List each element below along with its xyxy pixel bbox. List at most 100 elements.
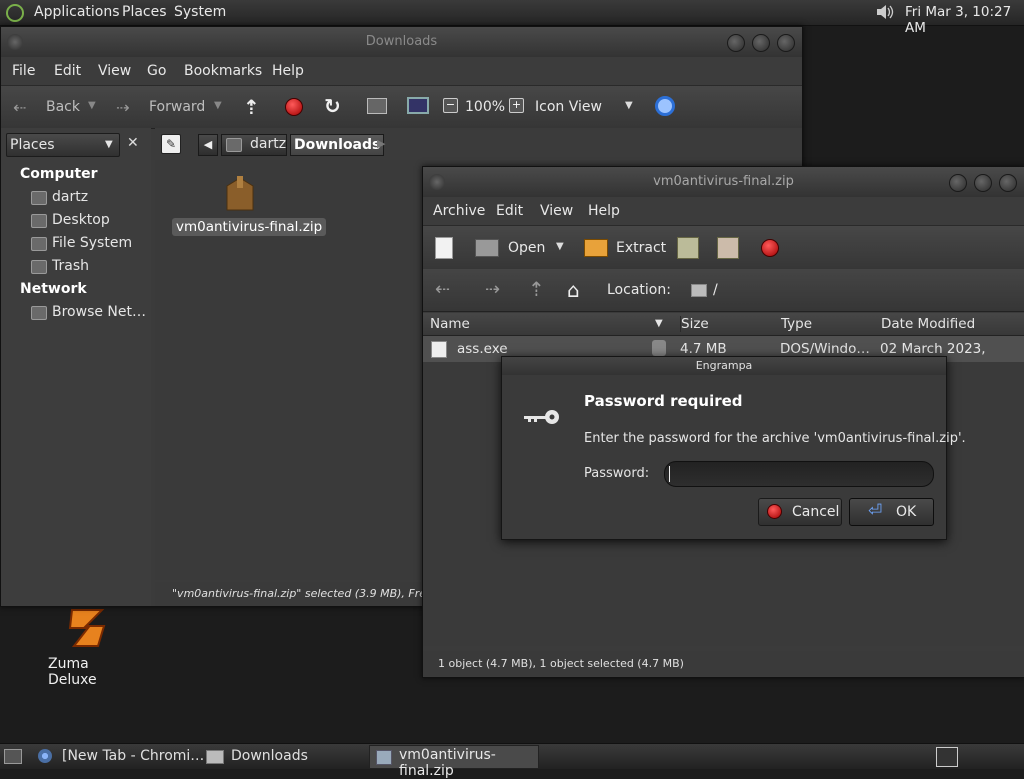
text-cursor (669, 466, 670, 482)
minimize-button[interactable] (727, 34, 745, 52)
back-dropdown-icon[interactable]: ▼ (88, 100, 96, 111)
workspace-switcher-icon[interactable] (936, 747, 958, 767)
back-arrow-icon[interactable]: ⇠ (435, 279, 450, 300)
window-menu-icon[interactable] (429, 174, 445, 190)
downloads-titlebar[interactable]: Downloads (1, 27, 802, 57)
menu-view[interactable]: View (98, 63, 131, 79)
password-label: Password: (584, 466, 650, 481)
ok-button[interactable]: ⏎ OK (849, 498, 934, 526)
zoom-level[interactable]: 100% (465, 99, 505, 115)
view-mode-select[interactable]: Icon View (535, 99, 602, 115)
system-menu[interactable]: System (174, 4, 226, 20)
maximize-button[interactable] (752, 34, 770, 52)
close-button[interactable] (999, 174, 1017, 192)
menu-archive[interactable]: Archive (433, 203, 485, 219)
zoom-out-icon[interactable]: − (443, 98, 458, 113)
menu-help[interactable]: Help (272, 63, 304, 79)
cancel-button[interactable]: Cancel (758, 498, 842, 526)
home-icon[interactable] (367, 98, 387, 114)
sidebar-heading-network: Network (20, 281, 87, 297)
toggle-location-icon[interactable]: ✎ (161, 134, 181, 154)
sidebar-item-desktop[interactable]: Desktop (52, 212, 110, 228)
home-icon[interactable]: ⌂ (567, 278, 580, 302)
open-archive-icon[interactable] (475, 239, 499, 257)
archive-titlebar[interactable]: vm0antivirus-final.zip (423, 167, 1024, 197)
add-folder-icon[interactable] (717, 237, 739, 259)
dialog-titlebar[interactable]: Engrampa (502, 357, 946, 375)
up-arrow-icon[interactable]: ⇡ (243, 95, 260, 119)
extract-icon[interactable] (584, 239, 608, 257)
close-button[interactable] (777, 34, 795, 52)
row-size: 4.7 MB (680, 341, 727, 357)
clock[interactable]: Fri Mar 3, 10:27 AM (905, 4, 1024, 36)
taskbar-item-downloads[interactable]: Downloads (231, 746, 308, 767)
zip-file-icon[interactable] (223, 174, 257, 212)
archive-toolbar: Open ▼ Extract (423, 225, 1024, 271)
downloads-toolbar: ⇠ Back ▼ ⇢ Forward ▼ ⇡ ↻ − 100% + Icon V… (1, 85, 802, 129)
back-button[interactable]: Back (46, 99, 80, 115)
open-dropdown-icon[interactable]: ▼ (556, 241, 564, 252)
taskbar-item-archive[interactable]: vm0antivirus-final.zip (369, 745, 539, 779)
back-arrow-icon[interactable]: ⇠ (13, 98, 26, 117)
menu-help[interactable]: Help (588, 203, 620, 219)
forward-arrow-icon[interactable]: ⇢ (116, 98, 129, 117)
lock-icon (652, 340, 666, 356)
column-type[interactable]: Type (781, 316, 812, 332)
menu-edit[interactable]: Edit (496, 203, 523, 219)
places-selector[interactable]: Places ▼ (6, 133, 120, 157)
menu-go[interactable]: Go (147, 63, 166, 79)
stop-icon[interactable] (761, 239, 779, 257)
column-name[interactable]: Name (430, 316, 470, 332)
status-text: "vm0antivirus-final.zip" selected (3.9 M… (172, 587, 462, 600)
close-sidebar-icon[interactable]: ✕ (127, 135, 139, 151)
dialog-heading: Password required (584, 392, 743, 410)
password-input[interactable] (664, 461, 934, 487)
sidebar-item-browse-network[interactable]: Browse Net… (52, 304, 146, 320)
menu-bookmarks[interactable]: Bookmarks (184, 63, 262, 79)
menu-edit[interactable]: Edit (54, 63, 81, 79)
menu-view[interactable]: View (540, 203, 573, 219)
path-right-arrow-icon[interactable]: ▶ (377, 137, 385, 150)
location-path[interactable]: / (713, 282, 718, 298)
menu-file[interactable]: File (12, 63, 35, 79)
column-date[interactable]: Date Modified (881, 316, 975, 332)
forward-arrow-icon[interactable]: ⇢ (485, 279, 500, 300)
forward-button[interactable]: Forward (149, 99, 205, 115)
extract-button[interactable]: Extract (616, 240, 666, 256)
sidebar-item-trash[interactable]: Trash (52, 258, 89, 274)
maximize-button[interactable] (974, 174, 992, 192)
computer-icon[interactable] (407, 97, 429, 114)
column-size[interactable]: Size (680, 316, 709, 332)
volume-icon[interactable] (875, 3, 895, 21)
key-icon (522, 407, 562, 427)
up-arrow-icon[interactable]: ⇡ (528, 277, 545, 301)
sidebar-item-filesystem[interactable]: File System (52, 235, 132, 251)
path-home-button[interactable]: dartz (221, 134, 287, 156)
sidebar-item-dartz[interactable]: dartz (52, 189, 88, 205)
sort-down-icon[interactable]: ▼ (655, 318, 663, 329)
zoom-in-icon[interactable]: + (509, 98, 524, 113)
places-menu[interactable]: Places (122, 4, 167, 20)
archive-status-text: 1 object (4.7 MB), 1 object selected (4.… (438, 657, 684, 670)
downloads-menubar: File Edit View Go Bookmarks Help (1, 57, 802, 85)
window-menu-icon[interactable] (7, 34, 23, 50)
stop-icon[interactable] (285, 98, 303, 116)
taskbar-item-chromium[interactable]: [New Tab - Chromi… (62, 746, 204, 767)
new-archive-icon[interactable] (435, 237, 453, 259)
file-label[interactable]: vm0antivirus-final.zip (172, 218, 327, 236)
view-mode-dropdown-icon[interactable]: ▼ (625, 100, 633, 111)
zuma-icon (68, 606, 108, 650)
open-button[interactable]: Open (508, 240, 545, 256)
minimize-button[interactable] (949, 174, 967, 192)
add-files-icon[interactable] (677, 237, 699, 259)
forward-dropdown-icon[interactable]: ▼ (214, 100, 222, 111)
mate-logo-icon[interactable] (6, 4, 24, 22)
enter-arrow-icon: ⏎ (868, 501, 883, 521)
path-left-arrow-icon[interactable]: ◀ (198, 134, 218, 156)
desktop-icon-zuma[interactable]: Zuma Deluxe (40, 606, 138, 688)
applications-menu[interactable]: Applications (34, 4, 120, 20)
show-desktop-icon[interactable] (4, 749, 22, 764)
search-icon[interactable] (655, 96, 675, 116)
path-segment-downloads[interactable]: Downloads (290, 134, 385, 156)
reload-icon[interactable]: ↻ (324, 94, 341, 118)
